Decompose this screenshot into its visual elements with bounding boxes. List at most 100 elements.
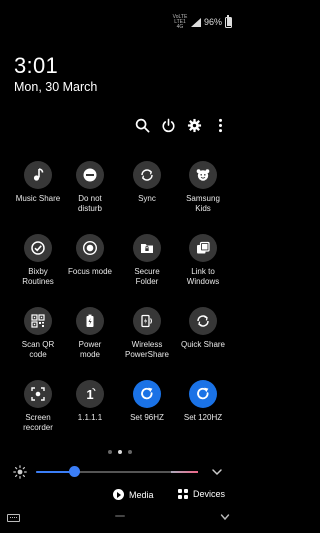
tile-music-share[interactable]: Music Share xyxy=(8,161,68,204)
tile-wireless-powershare[interactable]: Wireless PowerShare xyxy=(117,307,177,360)
chevron-down-icon[interactable] xyxy=(211,466,223,478)
tile-do-not-disturb[interactable]: Do not disturb xyxy=(60,161,120,214)
tile-toggle[interactable] xyxy=(24,307,52,335)
svg-text:1: 1 xyxy=(86,387,93,402)
clock-time: 3:01 xyxy=(14,53,59,78)
power-button[interactable] xyxy=(160,117,176,133)
tile-toggle[interactable] xyxy=(133,234,161,262)
tile-scan-qr-code[interactable]: Scan QR code xyxy=(8,307,68,360)
tile-1.1.1.1[interactable]: 1 1.1.1.1 xyxy=(60,380,120,423)
settings-button[interactable] xyxy=(186,117,202,133)
clock-date[interactable]: Mon, 30 March xyxy=(14,80,97,94)
media-button[interactable]: Media xyxy=(113,489,154,500)
tile-label: Set 96HZ xyxy=(130,413,164,422)
gear-icon xyxy=(187,118,201,132)
tile-label: Screen recorder xyxy=(23,413,53,432)
tile-link-to-windows[interactable]: Link to Windows xyxy=(173,234,233,287)
battery-icon xyxy=(225,14,232,28)
qr-code-icon xyxy=(31,314,45,328)
tile-bixby-routines[interactable]: Bixby Routines xyxy=(8,234,68,287)
tile-samsung-kids[interactable]: Samsung Kids xyxy=(173,161,233,214)
tile-quick-share[interactable]: Quick Share xyxy=(173,307,233,350)
play-icon xyxy=(113,489,124,500)
tile-label: Set 120HZ xyxy=(183,413,223,422)
more-icon xyxy=(218,118,222,132)
focus-mode-icon xyxy=(82,240,98,256)
network-label: VoLTE LTE1 4G xyxy=(172,13,188,30)
tile-toggle[interactable] xyxy=(133,307,161,335)
tile-label: Music Share xyxy=(15,194,61,203)
brightness-thumb[interactable] xyxy=(69,466,81,477)
tile-toggle[interactable] xyxy=(76,161,104,189)
devices-label: Devices xyxy=(193,489,226,499)
samsung-kids-icon xyxy=(196,169,210,181)
search-button[interactable] xyxy=(134,117,150,133)
brightness-sun-icon xyxy=(13,465,27,479)
wireless-powershare-icon xyxy=(141,314,152,328)
screen-recorder-icon xyxy=(31,387,45,401)
search-icon xyxy=(135,118,149,132)
sync-icon xyxy=(141,169,153,181)
music-share-icon xyxy=(33,168,44,181)
brightness-control xyxy=(0,462,240,482)
tile-toggle[interactable] xyxy=(76,234,104,262)
tile-label: Power mode xyxy=(78,340,102,359)
tile-label: Bixby Routines xyxy=(22,267,54,286)
tile-label: 1.1.1.1 xyxy=(77,413,103,422)
tile-label: Link to Windows xyxy=(186,267,220,286)
tile-label: Secure Folder xyxy=(134,267,160,286)
tile-secure-folder[interactable]: Secure Folder xyxy=(117,234,177,287)
status-bar: VoLTE LTE1 4G 96% xyxy=(172,13,232,30)
tile-label: Sync xyxy=(138,194,156,203)
signal-icon xyxy=(190,17,201,27)
tile-toggle[interactable] xyxy=(133,380,161,408)
power-icon xyxy=(162,118,174,132)
tile-label: Quick Share xyxy=(180,340,226,349)
tile-sync[interactable]: Sync xyxy=(117,161,177,204)
brightness-slider[interactable] xyxy=(36,471,198,473)
bixby-routines-icon xyxy=(31,241,45,255)
battery-icon xyxy=(86,314,94,327)
refresh-icon xyxy=(141,387,153,400)
tile-label: Wireless PowerShare xyxy=(124,340,170,359)
media-label: Media xyxy=(129,489,154,500)
tile-toggle[interactable] xyxy=(24,380,52,408)
chevron-down-icon[interactable] xyxy=(220,512,230,522)
tile-toggle[interactable] xyxy=(189,380,217,408)
tile-focus-mode[interactable]: Focus mode xyxy=(60,234,120,277)
tile-screen-recorder[interactable]: Screen recorder xyxy=(8,380,68,433)
tile-set-96hz[interactable]: Set 96HZ xyxy=(117,380,177,423)
secure-folder-icon xyxy=(141,244,153,253)
tile-toggle[interactable] xyxy=(189,307,217,335)
page-dot xyxy=(108,450,112,454)
tile-toggle[interactable] xyxy=(133,161,161,189)
tile-power-mode[interactable]: Power mode xyxy=(60,307,120,360)
devices-icon xyxy=(178,489,188,499)
page-dot xyxy=(118,450,122,454)
quick-share-icon xyxy=(197,315,209,327)
tile-toggle[interactable] xyxy=(24,234,52,262)
media-devices-row: Media Devices xyxy=(0,488,240,506)
tile-label: Do not disturb xyxy=(77,194,102,213)
cloudflare-1111-icon: 1 xyxy=(86,387,96,402)
tile-toggle[interactable] xyxy=(24,161,52,189)
tile-label: Samsung Kids xyxy=(186,194,220,213)
more-button[interactable] xyxy=(212,117,228,133)
brightness-track-end xyxy=(171,471,198,473)
devices-button[interactable]: Devices xyxy=(178,489,225,499)
tile-set-120hz[interactable]: Set 120HZ xyxy=(173,380,233,423)
tile-label: Focus mode xyxy=(67,267,113,276)
navigation-bar xyxy=(0,510,240,533)
tile-toggle[interactable] xyxy=(189,161,217,189)
keyboard-icon[interactable] xyxy=(7,514,20,522)
tile-label: Scan QR code xyxy=(21,340,55,359)
page-indicator xyxy=(0,450,240,454)
home-indicator[interactable] xyxy=(115,515,125,517)
battery-percent: 96% xyxy=(203,17,222,27)
tile-toggle[interactable]: 1 xyxy=(76,380,104,408)
link-to-windows-icon xyxy=(197,241,210,254)
tile-toggle[interactable] xyxy=(76,307,104,335)
do-not-disturb-icon xyxy=(83,168,97,182)
page-dot xyxy=(128,450,132,454)
tile-toggle[interactable] xyxy=(189,234,217,262)
